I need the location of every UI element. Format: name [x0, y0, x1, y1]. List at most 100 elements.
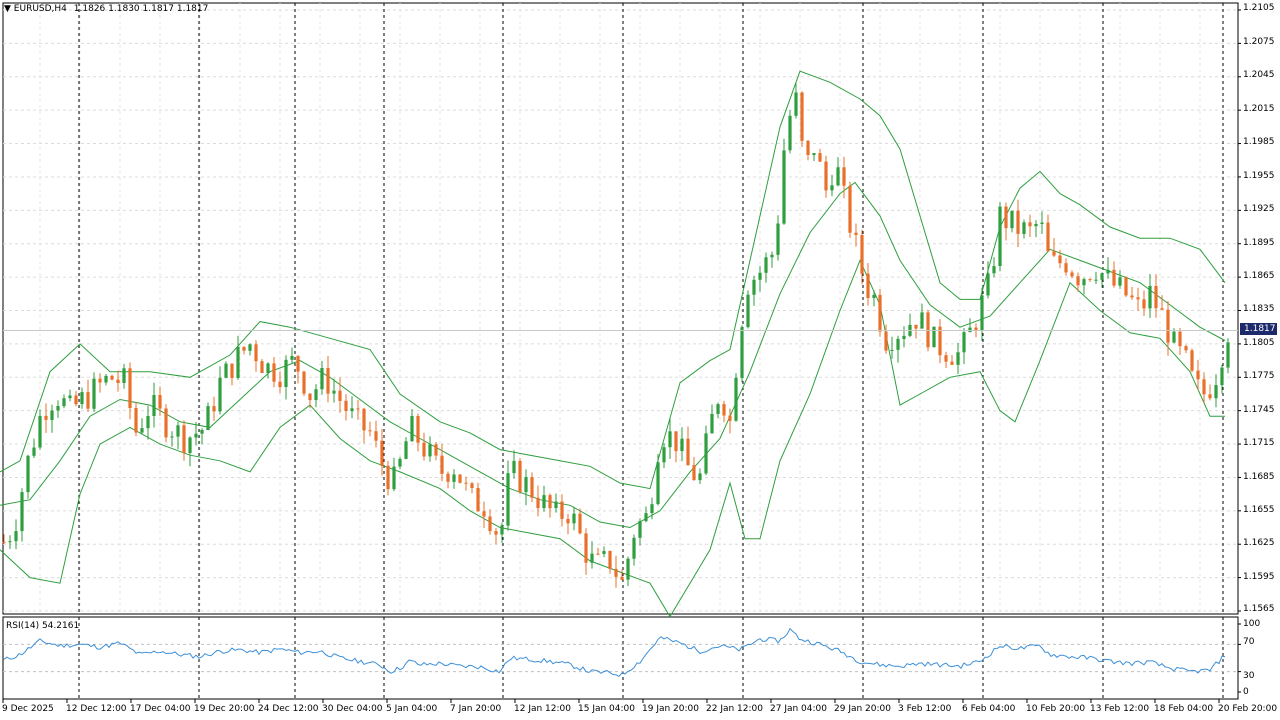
price-label: 1.1775 [1243, 371, 1275, 381]
candle-body [1004, 206, 1008, 229]
candle-body [614, 568, 618, 577]
candle-body [596, 553, 600, 555]
candle-body [728, 415, 732, 421]
candle-body [926, 312, 930, 348]
candle-body [194, 433, 198, 438]
price-label: 1.2105 [1243, 3, 1275, 13]
candle-body [1028, 222, 1032, 227]
candle-body [740, 327, 744, 378]
candle-body [656, 462, 660, 505]
current-price-marker: 1.1817 [1240, 323, 1277, 335]
candle-body [902, 335, 906, 339]
candle-body [1160, 308, 1164, 310]
candle-body [1220, 367, 1224, 386]
candle-body [56, 406, 60, 411]
candle-body [518, 460, 522, 493]
time-label: 19 Jan 20:00 [642, 704, 699, 714]
candle-body [620, 576, 624, 580]
candle-body [44, 415, 48, 420]
candle-body [950, 361, 954, 365]
price-label: 1.1685 [1243, 472, 1275, 482]
candle-body [146, 416, 150, 429]
candle-body [536, 497, 540, 509]
candle-body [392, 466, 396, 490]
time-label: 15 Jan 04:00 [578, 704, 635, 714]
symbol-label: EURUSD,H4 [13, 4, 67, 14]
time-label: 3 Feb 12:00 [898, 704, 952, 714]
candle-body [1112, 269, 1116, 286]
candle-body [308, 393, 312, 401]
time-label: 13 Feb 12:00 [1090, 704, 1150, 714]
candle-body [140, 428, 144, 433]
candle-body [710, 413, 714, 434]
candle-body [404, 441, 408, 459]
candle-body [122, 368, 126, 383]
candle-body [704, 433, 708, 474]
time-label: 27 Jan 04:00 [770, 704, 827, 714]
candle-body [854, 232, 858, 235]
candle-body [872, 294, 876, 298]
candle-body [650, 504, 654, 514]
candle-body [638, 521, 642, 538]
candle-body [512, 460, 516, 474]
triangle-down-icon[interactable]: ▼ [4, 4, 11, 14]
candle-body [176, 425, 180, 437]
candle-body [398, 458, 402, 467]
price-label: 1.1895 [1243, 238, 1275, 248]
candle-body [1166, 309, 1170, 343]
candle-body [1172, 331, 1176, 343]
candle-body [440, 455, 444, 474]
price-label: 1.1655 [1243, 505, 1275, 515]
candle-body [350, 408, 354, 412]
candle-body [476, 488, 480, 512]
candle-body [680, 438, 684, 452]
candle-body [788, 115, 792, 151]
candle-body [482, 511, 486, 517]
candle-body [212, 406, 216, 412]
rsi-level-label: 0 [1243, 687, 1249, 697]
candle-body [1124, 277, 1128, 296]
price-label: 1.1595 [1243, 572, 1275, 582]
candle-body [416, 416, 420, 443]
candle-body [1094, 279, 1098, 281]
candle-body [764, 257, 768, 273]
price-label: 1.1955 [1243, 171, 1275, 181]
candle-body [1214, 385, 1218, 399]
candle-body [506, 473, 510, 526]
candle-body [1226, 342, 1230, 368]
candle-body [2, 541, 6, 543]
candle-body [530, 477, 534, 498]
candle-body [554, 501, 558, 509]
candle-body [1058, 255, 1062, 264]
candle-body [8, 541, 12, 543]
price-label: 1.2045 [1243, 70, 1275, 80]
candle-body [524, 477, 528, 493]
candle-body [884, 331, 888, 351]
price-label: 1.1805 [1243, 338, 1275, 348]
candle-body [806, 140, 810, 155]
candle-body [1148, 286, 1152, 309]
price-label: 1.1625 [1243, 538, 1275, 548]
candle-body [1196, 370, 1200, 380]
chart-canvas[interactable] [0, 0, 1280, 720]
candle-body [236, 346, 240, 378]
candle-body [158, 395, 162, 409]
candle-body [14, 531, 18, 542]
candle-body [338, 390, 342, 401]
candle-body [116, 379, 120, 383]
candle-body [296, 356, 300, 372]
candle-body [38, 415, 42, 448]
candle-body [1184, 346, 1188, 351]
candle-body [1208, 394, 1212, 399]
candle-body [446, 473, 450, 482]
candle-body [74, 395, 78, 405]
price-label: 1.2015 [1243, 104, 1275, 114]
time-label: 9 Dec 2025 [2, 704, 54, 714]
candle-body [566, 518, 570, 524]
candle-body [302, 371, 306, 394]
candle-body [782, 150, 786, 224]
candle-body [986, 273, 990, 296]
candle-body [386, 465, 390, 490]
time-label: 5 Jan 04:00 [386, 704, 438, 714]
candle-body [776, 223, 780, 255]
